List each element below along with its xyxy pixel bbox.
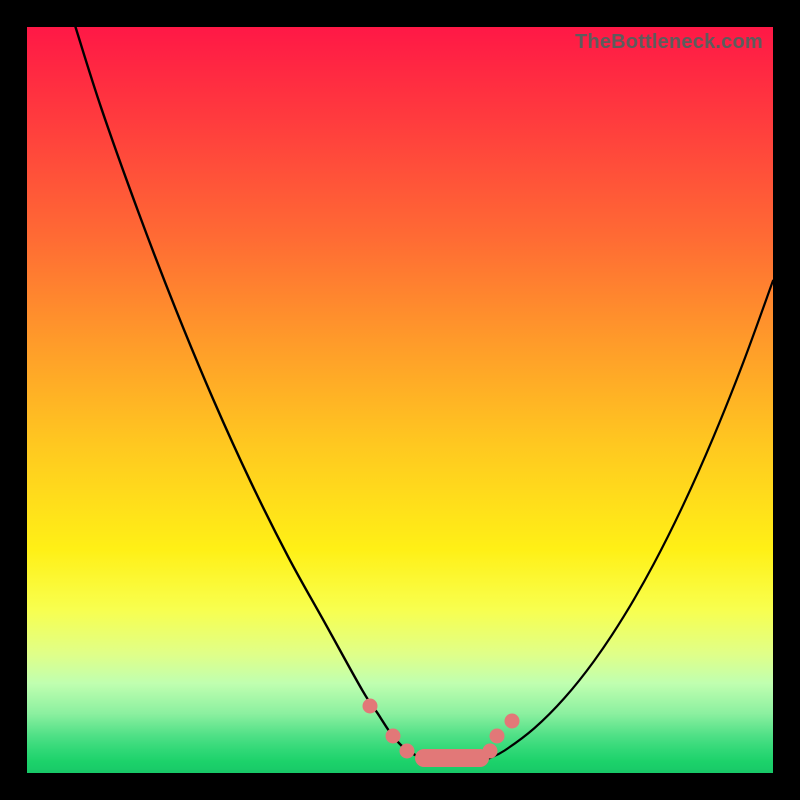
watermark-text: TheBottleneck.com xyxy=(575,31,763,54)
chart-frame: TheBottleneck.com xyxy=(0,0,800,800)
right-curve xyxy=(490,281,773,758)
marker-point xyxy=(504,713,519,728)
marker-point xyxy=(400,743,415,758)
marker-point xyxy=(489,728,504,743)
curve-layer xyxy=(27,27,773,773)
marker-point xyxy=(385,728,400,743)
marker-point xyxy=(363,698,378,713)
marker-point xyxy=(482,743,497,758)
left-curve xyxy=(75,27,422,758)
marker-bottom-cluster xyxy=(415,749,489,767)
chart-plot-area: TheBottleneck.com xyxy=(27,27,773,773)
